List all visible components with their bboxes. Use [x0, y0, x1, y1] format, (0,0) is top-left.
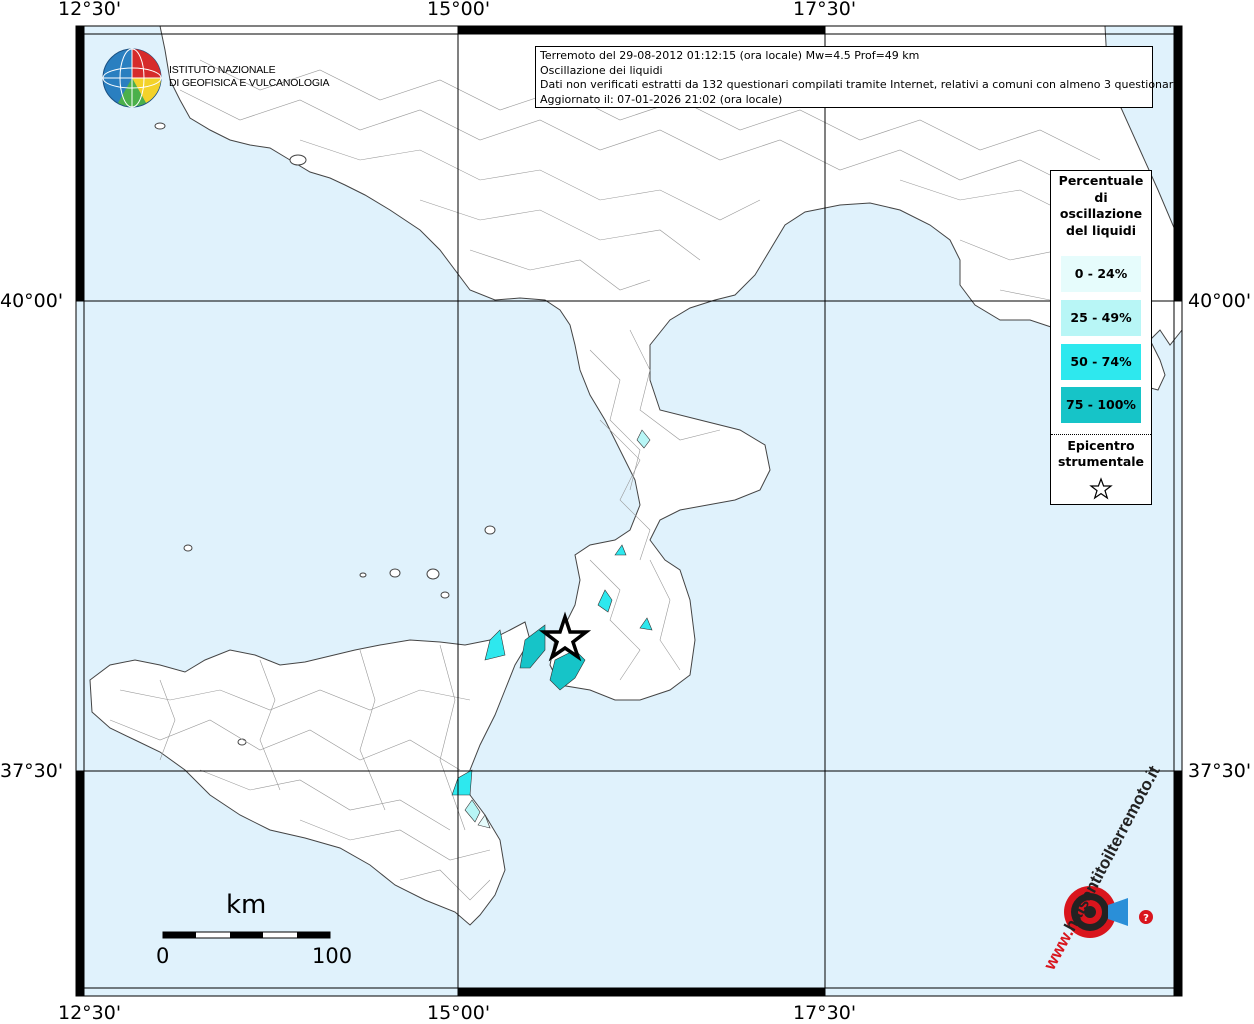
event-info-line2: Oscillazione dei liquidi: [540, 63, 663, 77]
ingv-logo-line2: DI GEOFISICA E VULCANOLOGIA: [169, 76, 330, 89]
svg-text:?: ?: [1143, 913, 1149, 924]
legend-item-25-49: 25 - 49%: [1061, 300, 1141, 336]
legend-item-75-100: 75 - 100%: [1061, 387, 1141, 423]
lon-label-left-bottom: 12°30': [58, 1002, 122, 1024]
legend-item-0-24: 0 - 24%: [1061, 256, 1141, 292]
scale-max: 100: [312, 944, 353, 968]
lon-label-mid-top: 15°00': [427, 0, 491, 20]
event-info-box: Terremoto del 29-08-2012 01:12:15 (ora l…: [535, 46, 1180, 108]
ingv-logo-text: ISTITUTO NAZIONALE DI GEOFISICA E VULCAN…: [169, 64, 330, 89]
lon-label-mid-bottom: 15°00': [427, 1002, 491, 1024]
ingv-logo-line1: ISTITUTO NAZIONALE: [169, 64, 276, 76]
lon-label-right-top: 17°30': [793, 0, 857, 20]
event-info-line1: Terremoto del 29-08-2012 01:12:15 (ora l…: [540, 49, 920, 62]
legend-separator: [1051, 434, 1151, 435]
legend-epicenter-label: Epicentro strumentale: [1057, 438, 1145, 469]
legend-star-icon: [1089, 477, 1113, 500]
event-info-line3: Dati non verificati estratti da 132 ques…: [540, 78, 1180, 91]
legend-item-50-74: 50 - 74%: [1061, 344, 1141, 380]
lat-label-40-right: 40°00': [1188, 290, 1252, 312]
event-info-line4: Aggiornato il: 07-01-2026 21:02 (ora loc…: [540, 92, 783, 106]
lon-label-left-top: 12°30': [58, 0, 122, 20]
ingv-logo-icon: [102, 48, 162, 108]
lon-label-right-bottom: 17°30': [793, 1002, 857, 1024]
lat-label-40-left: 40°00': [0, 290, 64, 312]
legend-title: Percentuale di oscillazione del liquidi: [1058, 173, 1144, 238]
scale-bar: [162, 931, 331, 939]
scale-min: 0: [156, 944, 170, 968]
scale-unit: km: [226, 890, 267, 920]
lat-label-37-left: 37°30': [0, 760, 64, 782]
map: ?: [75, 25, 1183, 997]
lat-label-37-right: 37°30': [1188, 760, 1252, 782]
legend: Percentuale di oscillazione del liquidi …: [1050, 170, 1152, 505]
